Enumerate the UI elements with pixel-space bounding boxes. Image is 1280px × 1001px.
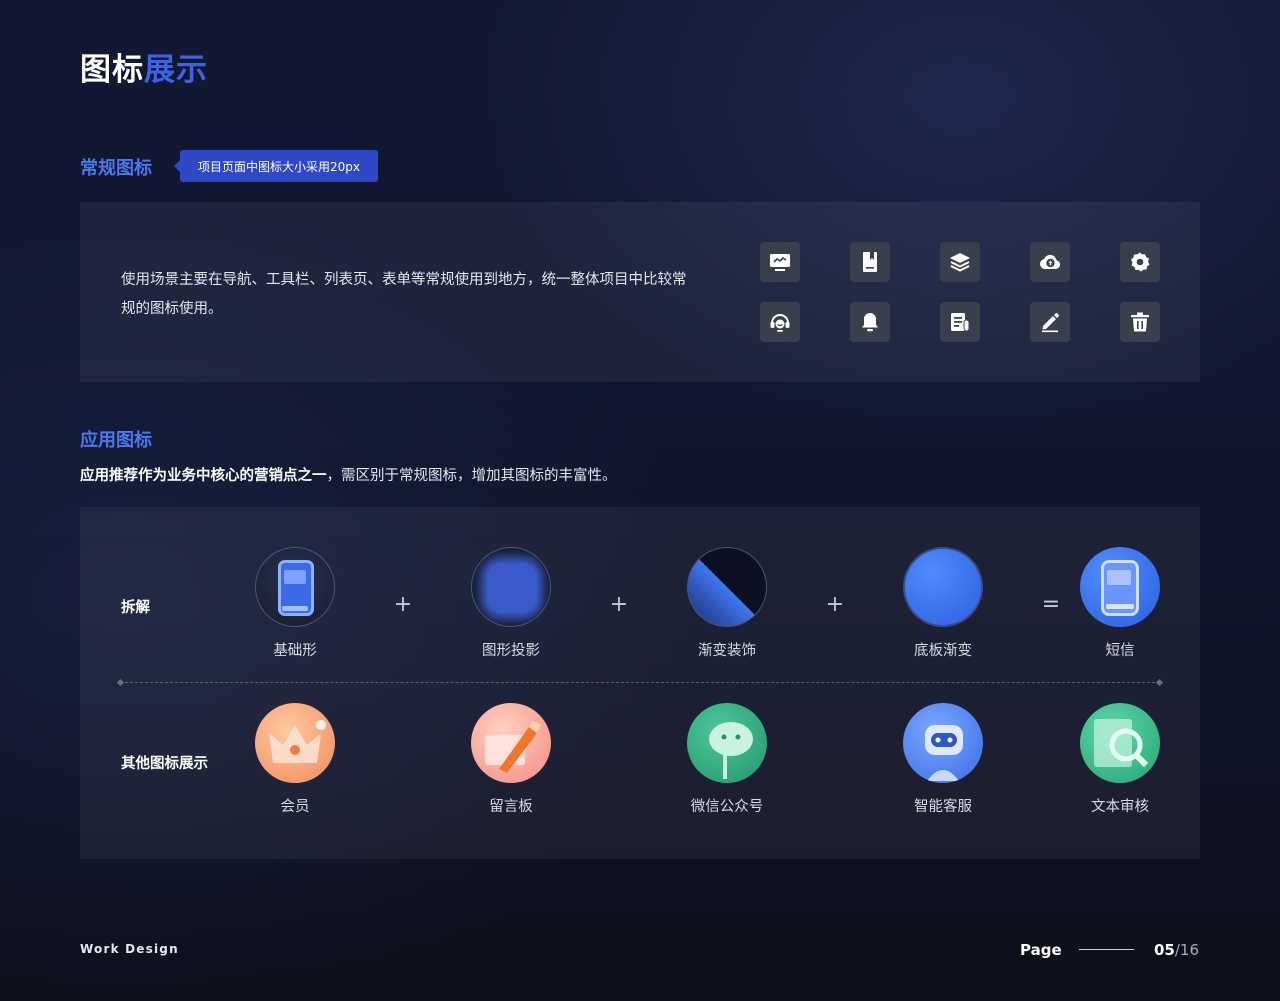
app-icons-subtitle: 应用推荐作为业务中核心的营销点之一，需区别于常规图标，增加其图标的丰富性。 <box>80 464 617 485</box>
trash-icon <box>1120 302 1160 342</box>
other-icon-caption: 会员 <box>280 799 310 815</box>
base-gradient-icon <box>903 547 983 627</box>
page-title-white: 图标 <box>80 52 144 88</box>
edit-pencil-icon <box>1030 302 1070 342</box>
app-icons-heading: 应用图标 <box>80 430 152 451</box>
other-icon-caption: 文本审核 <box>1091 799 1149 815</box>
wechat-official-account-icon <box>687 703 767 783</box>
base-shape-icon <box>255 547 335 627</box>
app-icons-subtitle-bold: 应用推荐作为业务中核心的营销点之一 <box>80 468 327 484</box>
breakdown-caption: 短信 <box>1105 643 1135 659</box>
equals-operator: = <box>1041 592 1061 617</box>
regular-icons-heading: 常规图标 <box>80 158 152 179</box>
settings-icon <box>1120 242 1160 282</box>
document-icon <box>940 302 980 342</box>
icon-size-tag: 项目页面中图标大小采用20px <box>174 150 378 182</box>
page-label: Page <box>1020 941 1062 959</box>
page-total: /16 <box>1174 941 1200 959</box>
breakdown-caption: 渐变装饰 <box>698 643 756 659</box>
bookmark-icon <box>850 242 890 282</box>
row-divider <box>120 682 1160 683</box>
smart-customer-service-icon <box>903 703 983 783</box>
page-current: 05 <box>1154 941 1175 959</box>
sms-icon <box>1080 547 1160 627</box>
text-review-icon <box>1080 703 1160 783</box>
breakdown-label: 拆解 <box>121 600 150 616</box>
plus-operator-2: + <box>609 592 629 617</box>
other-icon-caption: 微信公众号 <box>690 799 764 815</box>
layers-icon <box>940 242 980 282</box>
other-icon-caption: 留言板 <box>489 799 533 815</box>
message-board-icon <box>471 703 551 783</box>
breakdown-caption: 基础形 <box>273 643 317 659</box>
other-icon-caption: 智能客服 <box>914 799 972 815</box>
monitor-chart-icon <box>760 242 800 282</box>
page-number: 05/16 <box>1154 941 1199 959</box>
page-title-blue: 展示 <box>144 52 208 88</box>
shadow-shape-icon <box>471 547 551 627</box>
page-title: 图标展示 <box>80 44 208 89</box>
bell-icon <box>850 302 890 342</box>
regular-icons-description: 使用场景主要在导航、工具栏、列表页、表单等常规使用到地方，统一整体项目中比较常规… <box>121 272 687 317</box>
cloud-upload-icon <box>1030 242 1070 282</box>
membership-crown-icon <box>255 703 335 783</box>
other-icons-label: 其他图标展示 <box>121 756 208 772</box>
headset-support-icon <box>760 302 800 342</box>
breakdown-caption: 图形投影 <box>482 643 540 659</box>
plus-operator-3: + <box>825 592 845 617</box>
breakdown-caption: 底板渐变 <box>914 643 972 659</box>
gradient-decoration-icon <box>687 547 767 627</box>
plus-operator-1: + <box>393 592 413 617</box>
page-divider <box>1079 949 1134 950</box>
app-icons-subtitle-rest: ，需区别于常规图标，增加其图标的丰富性。 <box>326 468 617 484</box>
footer-brand: Work Design <box>80 942 179 956</box>
